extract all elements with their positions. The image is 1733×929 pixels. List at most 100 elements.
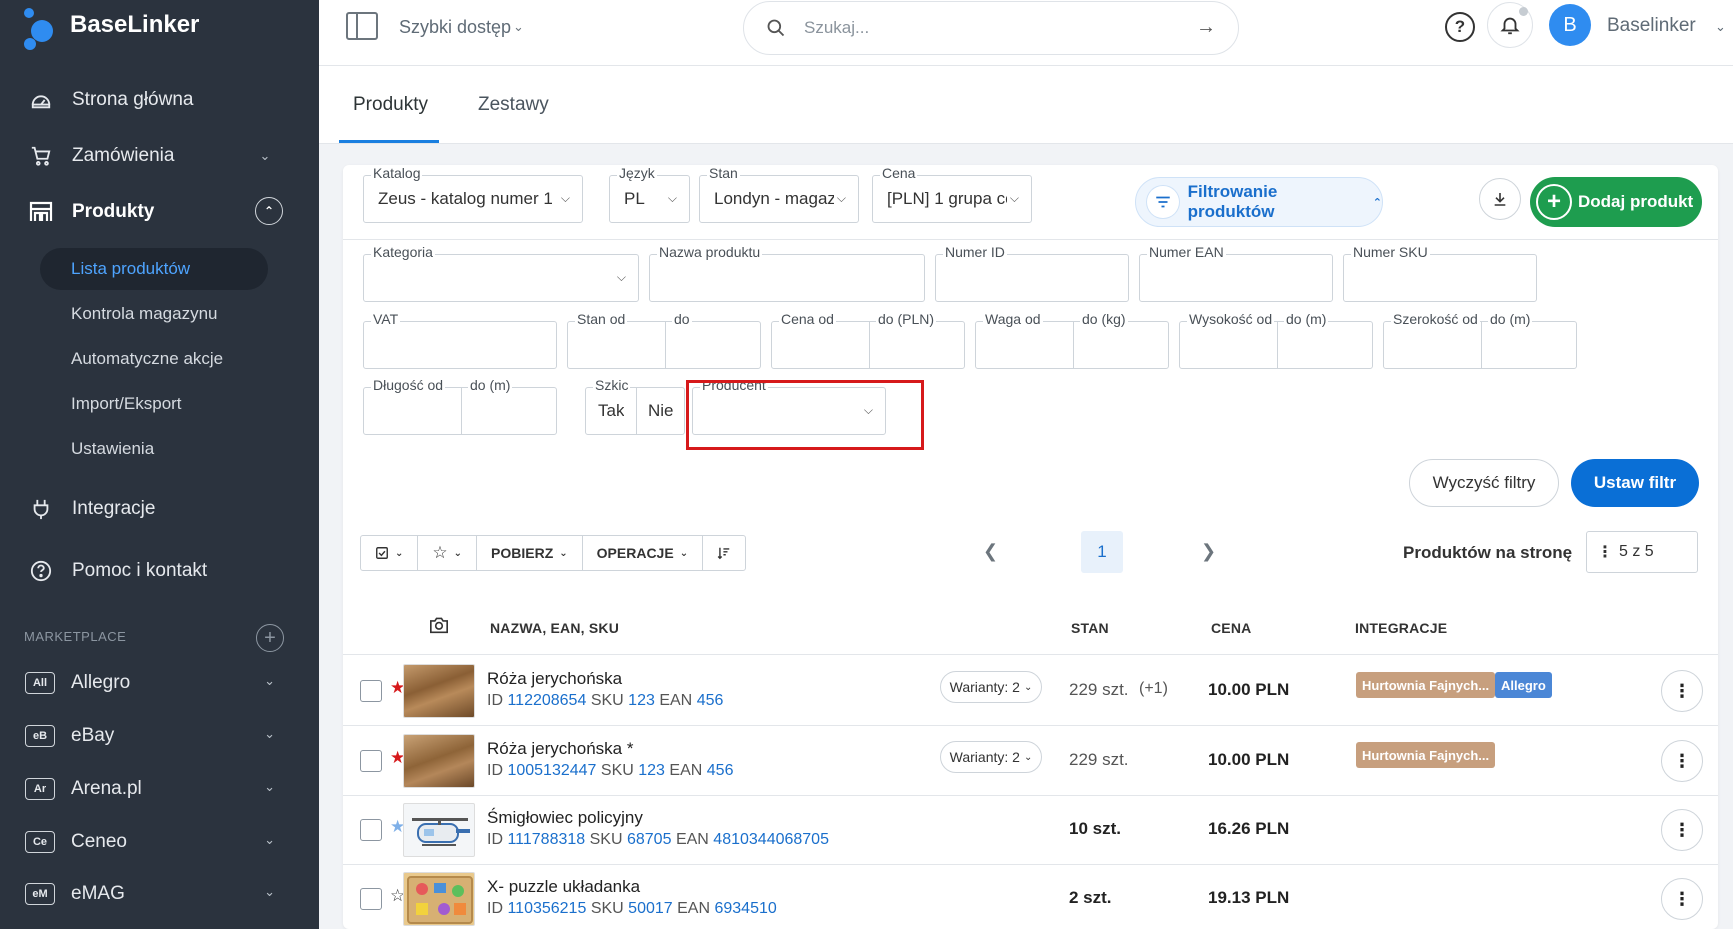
weight-range-field[interactable]: Waga od do (kg): [975, 311, 1169, 369]
vat-field[interactable]: VAT: [363, 311, 557, 369]
row-menu-button[interactable]: ⋮: [1661, 670, 1703, 712]
sidebar-item-products[interactable]: Produkty ⌃: [0, 190, 319, 234]
integration-tag[interactable]: Hurtownia Fajnych...: [1356, 742, 1496, 768]
tab-sets[interactable]: Zestawy: [478, 94, 549, 116]
row-checkbox[interactable]: [360, 819, 382, 841]
favorite-dropdown[interactable]: ☆ ⌄: [418, 536, 478, 570]
select-dropdown[interactable]: ⌄: [361, 536, 419, 570]
product-sku-link[interactable]: 123: [628, 692, 655, 709]
row-checkbox[interactable]: [360, 680, 382, 702]
sidebar-subitem-settings[interactable]: Ustawienia: [40, 428, 268, 470]
category-select[interactable]: Kategoria ⌵: [363, 244, 639, 302]
id-number-field[interactable]: Numer ID: [935, 244, 1129, 302]
row-menu-button[interactable]: ⋮: [1661, 809, 1703, 851]
stock-range-field[interactable]: Stan od do: [567, 311, 761, 369]
row-menu-button[interactable]: ⋮: [1661, 740, 1703, 782]
notifications-button[interactable]: [1487, 2, 1533, 48]
product-name[interactable]: Śmigłowiec policyjny: [487, 808, 643, 828]
add-product-button[interactable]: + Dodaj produkt: [1530, 177, 1702, 227]
table-row[interactable]: ☆ X- puzzle układanka ID 110356215 SKU 5…: [343, 864, 1718, 929]
product-id-link[interactable]: 1005132447: [507, 762, 596, 779]
product-ean-link[interactable]: 6934510: [714, 900, 776, 917]
product-name[interactable]: X- puzzle układanka: [487, 877, 640, 897]
price-group-select[interactable]: Cena [PLN] 1 grupa cenowa ⌵: [872, 165, 1032, 223]
search-submit-arrow-icon[interactable]: →: [1196, 16, 1216, 39]
sidebar-subitem-auto-actions[interactable]: Automatyczne akcje: [40, 338, 268, 380]
product-name-field[interactable]: Nazwa produktu: [649, 244, 925, 302]
sidebar-subitem-stock-control[interactable]: Kontrola magazynu: [40, 293, 268, 335]
product-thumbnail[interactable]: [403, 734, 475, 788]
stock-select[interactable]: Stan Londyn - magazyn ⌵: [699, 165, 859, 223]
column-header-price[interactable]: CENA: [1211, 620, 1251, 636]
price-range-field[interactable]: Cena od do (PLN): [771, 311, 965, 369]
product-id-link[interactable]: 112208654: [507, 692, 586, 709]
download-button[interactable]: [1479, 178, 1521, 220]
product-name[interactable]: Róża jerychońska *: [487, 739, 633, 759]
product-thumbnail[interactable]: [403, 664, 475, 718]
column-header-name[interactable]: NAZWA, EAN, SKU: [490, 620, 619, 636]
product-sku-link[interactable]: 123: [638, 762, 665, 779]
variants-dropdown[interactable]: Warianty: 2 ⌄: [940, 671, 1042, 703]
sort-button[interactable]: [703, 536, 745, 570]
user-menu[interactable]: Baselinker: [1607, 15, 1696, 37]
marketplace-item-arena[interactable]: Ar Arena.pl ⌄: [0, 767, 319, 811]
catalog-select[interactable]: Katalog Zeus - katalog numer 1 ⌵: [363, 165, 583, 223]
column-header-stock[interactable]: STAN: [1071, 620, 1109, 636]
draft-no-option[interactable]: Nie: [648, 401, 674, 421]
operations-dropdown[interactable]: OPERACJE ⌄: [583, 536, 704, 570]
product-thumbnail[interactable]: [403, 803, 475, 857]
sidebar-item-orders[interactable]: Zamówienia ⌄: [0, 134, 319, 178]
table-row[interactable]: ★ Róża jerychońska * ID 1005132447 SKU 1…: [343, 726, 1718, 794]
draft-yes-option[interactable]: Tak: [598, 401, 624, 421]
product-name[interactable]: Róża jerychońska: [487, 669, 622, 689]
clear-filters-button[interactable]: Wyczyść filtry: [1409, 459, 1559, 507]
length-range-field[interactable]: Długość od do (m): [363, 377, 557, 435]
marketplace-item-ceneo[interactable]: Ce Ceneo ⌄: [0, 820, 319, 864]
filter-toggle-button[interactable]: Filtrowanie produktów ⌃: [1135, 177, 1383, 227]
sidebar-item-home[interactable]: Strona główna: [0, 78, 319, 122]
per-page-select[interactable]: ⋮ 5 z 5: [1586, 531, 1698, 573]
product-sku-link[interactable]: 50017: [628, 900, 673, 917]
integration-tag[interactable]: Allegro: [1495, 672, 1552, 698]
product-ean-link[interactable]: 4810344068705: [713, 831, 829, 848]
help-button[interactable]: ?: [1445, 12, 1475, 42]
row-checkbox[interactable]: [360, 750, 382, 772]
product-id-link[interactable]: 110356215: [507, 900, 586, 917]
row-menu-button[interactable]: ⋮: [1661, 878, 1703, 920]
table-row[interactable]: ★ Róża jerychońska ID 112208654 SKU 123 …: [343, 656, 1718, 724]
logo[interactable]: BaseLinker: [24, 8, 199, 50]
width-range-field[interactable]: Szerokość od do (m): [1383, 311, 1577, 369]
search-input[interactable]: [804, 12, 1184, 44]
marketplace-item-ebay[interactable]: eB eBay ⌄: [0, 714, 319, 758]
product-id-link[interactable]: 111788318: [507, 831, 585, 848]
language-select[interactable]: Język PL ⌵: [609, 165, 690, 223]
height-range-field[interactable]: Wysokość od do (m): [1179, 311, 1373, 369]
product-thumbnail[interactable]: [403, 872, 475, 926]
row-checkbox[interactable]: [360, 888, 382, 910]
quick-access-dropdown[interactable]: Szybki dostęp: [399, 17, 511, 38]
tab-products[interactable]: Produkty: [353, 94, 428, 116]
marketplace-item-allegro[interactable]: All Allegro ⌄: [0, 661, 319, 705]
next-page-button[interactable]: ❯: [1201, 541, 1216, 562]
ean-number-field[interactable]: Numer EAN: [1139, 244, 1333, 302]
page-number[interactable]: 1: [1081, 531, 1123, 573]
sidebar-item-help[interactable]: Pomoc i kontakt: [0, 549, 319, 593]
product-ean-link[interactable]: 456: [697, 692, 724, 709]
download-dropdown[interactable]: POBIERZ ⌄: [477, 536, 583, 570]
product-ean-link[interactable]: 456: [707, 762, 734, 779]
sidebar-item-integrations[interactable]: Integracje: [0, 487, 319, 531]
sidebar-subitem-product-list[interactable]: Lista produktów: [40, 248, 268, 290]
table-row[interactable]: ★ Śmigłowiec policyjny ID 111788318 SKU …: [343, 795, 1718, 863]
apply-filter-button[interactable]: Ustaw filtr: [1571, 459, 1699, 507]
avatar[interactable]: B: [1549, 4, 1591, 46]
add-marketplace-button[interactable]: +: [256, 624, 284, 652]
variants-dropdown[interactable]: Warianty: 2 ⌄: [940, 741, 1042, 773]
integration-tag[interactable]: Hurtownia Fajnych...: [1356, 672, 1496, 698]
sidebar-subitem-import-export[interactable]: Import/Eksport: [40, 383, 268, 425]
sidebar-toggle-icon[interactable]: [346, 12, 378, 40]
chevron-up-icon[interactable]: ⌃: [255, 197, 283, 225]
sku-number-field[interactable]: Numer SKU: [1343, 244, 1537, 302]
prev-page-button[interactable]: ❮: [983, 541, 998, 562]
product-sku-link[interactable]: 68705: [627, 831, 672, 848]
marketplace-item-emag[interactable]: eM eMAG ⌄: [0, 872, 319, 916]
